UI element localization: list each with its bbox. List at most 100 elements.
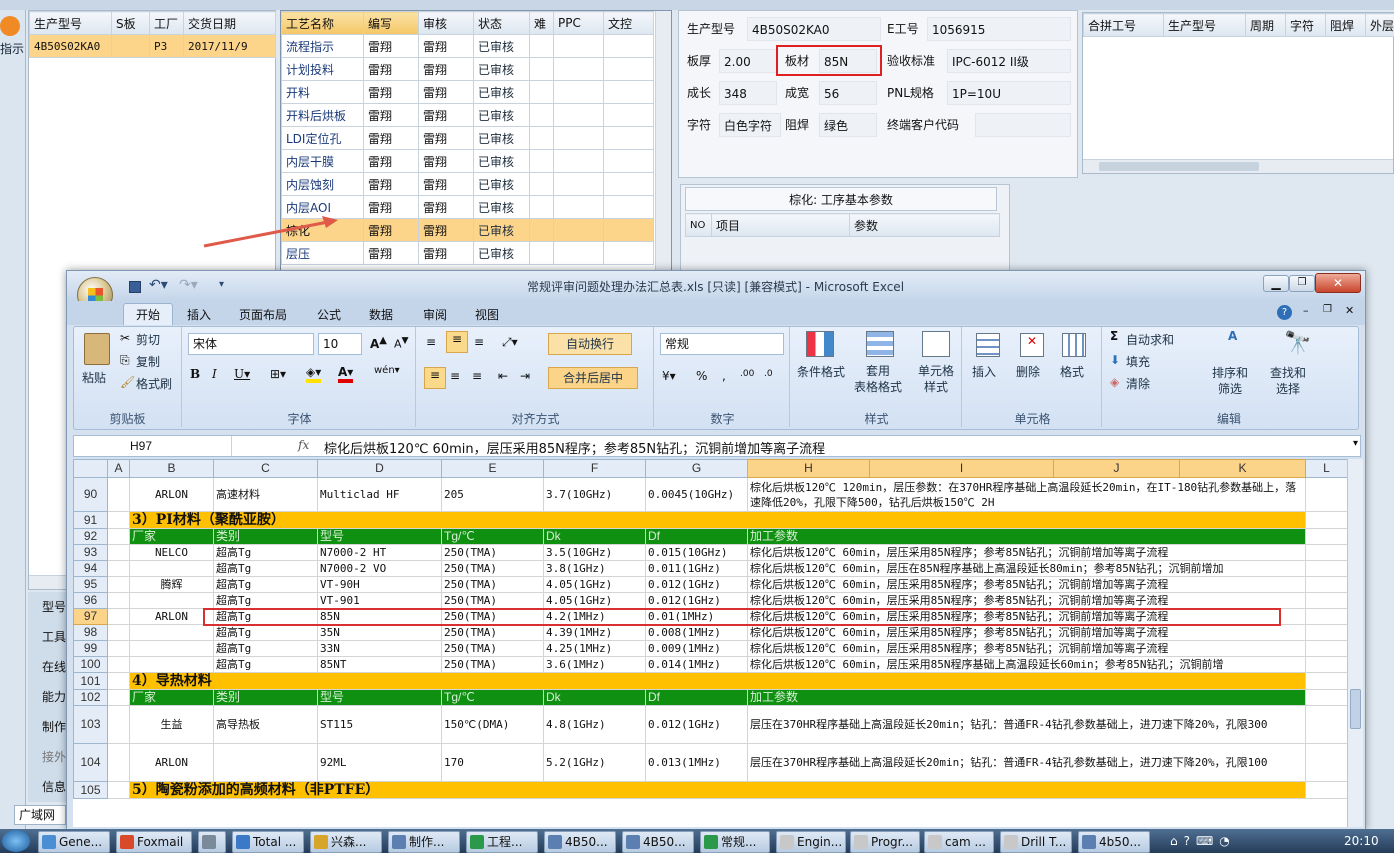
cell-b[interactable]: 厂家 <box>129 528 214 545</box>
help-icon[interactable]: ? <box>1277 305 1292 320</box>
align-right-icon[interactable]: ≡ <box>472 369 482 383</box>
side-btn-tool[interactable]: 工具 <box>42 628 66 645</box>
cell-h[interactable]: 棕化后烘板120℃ 60min，层压采用85N程序；参考85N钻孔；沉铜前增加等… <box>747 576 1306 593</box>
format-as-table-button[interactable]: 套用 表格格式 <box>848 363 908 395</box>
cell-f[interactable]: 4.8(1GHz) <box>543 705 646 744</box>
cell[interactable] <box>107 781 130 799</box>
tab-formulas[interactable]: 公式 <box>317 306 341 323</box>
cell-g[interactable]: 0.011(1GHz) <box>645 560 748 577</box>
col-merge-model[interactable]: 生产型号 <box>1163 13 1246 37</box>
row-header[interactable]: 98 <box>73 624 108 641</box>
cell-h[interactable]: 棕化后烘板120℃ 60min，层压采用85N程序；参考85N钻孔；沉铜前增加等… <box>747 624 1306 641</box>
cell-b[interactable]: ARLON <box>129 608 214 625</box>
col-header-c[interactable]: C <box>213 459 318 478</box>
comma-icon[interactable]: , <box>722 369 726 383</box>
wan-tab[interactable]: 广域网 <box>14 805 66 825</box>
undo-icon[interactable]: ↶▾ <box>149 277 168 293</box>
cell[interactable] <box>107 624 130 641</box>
col-merge-mask[interactable]: 阻焊 <box>1325 13 1366 37</box>
cell-g[interactable]: 0.008(1MHz) <box>645 624 748 641</box>
cell-h[interactable]: 棕化后烘板120℃ 60min，层压在85N程序基础上高温段延长80min；参考… <box>747 560 1306 577</box>
cell[interactable] <box>1305 608 1347 625</box>
cell-e[interactable]: 250(TMA) <box>441 640 544 657</box>
col-header-g[interactable]: G <box>645 459 748 478</box>
section-title[interactable]: 5）陶瓷粉添加的高频材料（非PTFE） <box>129 781 1306 799</box>
row-header[interactable]: 99 <box>73 640 108 657</box>
sort-filter-button[interactable]: 排序和 筛选 <box>1212 365 1248 397</box>
wrap-text-button[interactable]: 自动换行 <box>548 333 632 355</box>
decrease-decimal-icon[interactable]: .0 <box>764 369 773 379</box>
cell-d[interactable]: ST115 <box>317 705 442 744</box>
cut-button[interactable]: 剪切 <box>136 331 160 348</box>
cell-e[interactable]: 250(TMA) <box>441 576 544 593</box>
orientation-icon[interactable]: ⤢▾ <box>502 335 518 350</box>
col-header-a[interactable]: A <box>107 459 130 478</box>
cell-e[interactable]: 250(TMA) <box>441 592 544 609</box>
cell-e[interactable]: 150℃(DMA) <box>441 705 544 744</box>
row-header[interactable]: 91 <box>73 511 108 529</box>
fill-button[interactable]: 填充 <box>1126 353 1150 370</box>
cell-g[interactable]: 0.012(1GHz) <box>645 592 748 609</box>
cell-f[interactable]: 3.7(10GHz) <box>543 477 646 512</box>
taskbar-item[interactable]: 制作... <box>388 831 460 853</box>
cell[interactable] <box>107 592 130 609</box>
cell[interactable] <box>1305 477 1347 512</box>
side-btn-model[interactable]: 型号 <box>42 598 66 615</box>
decrease-indent-icon[interactable]: ⇤ <box>498 369 508 383</box>
shrink-font-icon[interactable]: A▼ <box>394 335 409 351</box>
cell-b[interactable]: 厂家 <box>129 689 214 706</box>
row-header[interactable]: 96 <box>73 592 108 609</box>
cell[interactable] <box>107 689 130 706</box>
col-author[interactable]: 编写 <box>363 11 419 35</box>
font-color-icon[interactable]: A▾ <box>338 365 354 383</box>
cell-g[interactable]: 0.012(1GHz) <box>645 705 748 744</box>
redo-icon[interactable]: ↷▾ <box>179 277 198 293</box>
cell-g[interactable]: 0.0045(10GHz) <box>645 477 748 512</box>
cell-d[interactable]: 33N <box>317 640 442 657</box>
cell[interactable] <box>107 640 130 657</box>
align-bottom-icon[interactable]: ≡ <box>474 335 484 349</box>
process-row[interactable]: 开料 雷翔 雷翔 已审核 <box>281 80 654 104</box>
cell[interactable] <box>1305 560 1347 577</box>
cell-e[interactable]: 170 <box>441 743 544 782</box>
cell-e[interactable]: 250(TMA) <box>441 624 544 641</box>
side-btn-info[interactable]: 信息 <box>42 778 66 795</box>
cell-b[interactable] <box>129 560 214 577</box>
taskbar-item[interactable]: Gene... <box>38 831 110 853</box>
cell[interactable] <box>107 511 130 529</box>
cell-e[interactable]: 205 <box>441 477 544 512</box>
cell-d[interactable]: 92ML <box>317 743 442 782</box>
cell-c[interactable]: 超高Tg <box>213 592 318 609</box>
tab-page-layout[interactable]: 页面布局 <box>239 306 287 323</box>
cell-c[interactable]: 高导热板 <box>213 705 318 744</box>
font-size-box[interactable]: 10 <box>318 333 362 355</box>
taskbar-item[interactable] <box>198 831 226 853</box>
cell[interactable] <box>107 656 130 673</box>
taskbar-item[interactable]: 4B50... <box>622 831 694 853</box>
cell[interactable] <box>107 560 130 577</box>
cell-d[interactable]: 85NT <box>317 656 442 673</box>
cell-h[interactable]: 加工参数 <box>747 689 1306 706</box>
side-btn-online[interactable]: 在线 <box>42 658 66 675</box>
row-header[interactable]: 90 <box>73 477 108 512</box>
cell[interactable] <box>107 672 130 690</box>
cell-g[interactable]: 0.013(1MHz) <box>645 743 748 782</box>
cell-h[interactable]: 棕化后烘板120℃ 60min，层压采用85N程序；参考85N钻孔；沉铜前增加等… <box>747 640 1306 657</box>
process-row[interactable]: 开料后烘板 雷翔 雷翔 已审核 <box>281 103 654 127</box>
align-top-icon[interactable]: ≡ <box>426 335 436 349</box>
cell-f[interactable]: 4.05(1GHz) <box>543 576 646 593</box>
col-status[interactable]: 状态 <box>473 11 530 35</box>
col-header-e[interactable]: E <box>441 459 544 478</box>
cell-h[interactable]: 棕化后烘板120℃ 60min，层压采用85N程序；参考85N钻孔；沉铜前增加等… <box>747 544 1306 561</box>
cell-g[interactable]: 0.012(1GHz) <box>645 576 748 593</box>
paste-icon[interactable] <box>84 333 110 365</box>
section-title[interactable]: 3）PI材料（聚酰亚胺） <box>129 511 1306 529</box>
taskbar-item[interactable]: Engin... <box>776 831 846 853</box>
col-factory[interactable]: 工厂 <box>149 11 184 35</box>
save-icon[interactable] <box>129 281 141 293</box>
row-header[interactable]: 101 <box>73 672 108 690</box>
cell-g[interactable]: 0.014(1MHz) <box>645 656 748 673</box>
row-header[interactable]: 105 <box>73 781 108 799</box>
wb-minimize-icon[interactable]: – <box>1303 304 1309 317</box>
col-merge-cycle[interactable]: 周期 <box>1245 13 1286 37</box>
